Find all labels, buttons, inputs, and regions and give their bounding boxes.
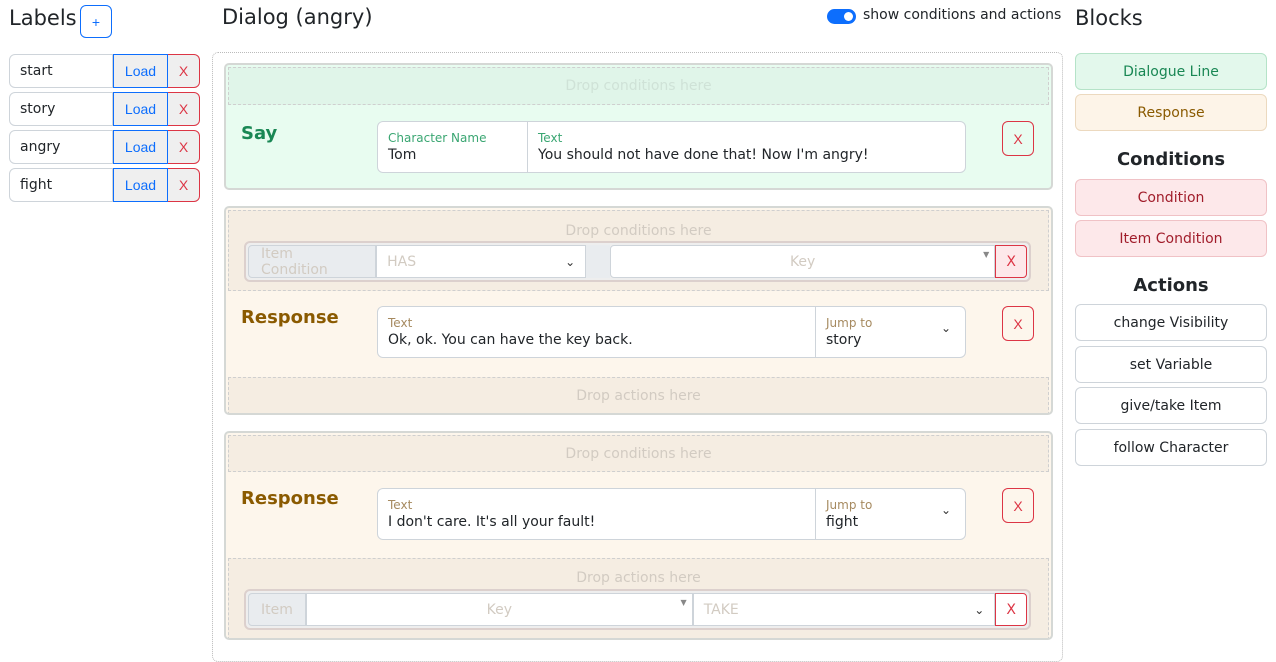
say-input-group: Character Name Tom Text You should not h… [377, 121, 966, 173]
say-block[interactable]: Drop conditions here Say Character Name … [224, 63, 1053, 190]
action-block-change-visibility[interactable]: change Visibility [1075, 304, 1267, 341]
character-name-field[interactable]: Character Name Tom [378, 122, 528, 172]
response-title: Response [241, 488, 339, 509]
toggle-label: show conditions and actions [863, 7, 1062, 23]
conditions-heading: Conditions [1116, 149, 1226, 170]
chevron-down-icon: ⌄ [565, 254, 576, 269]
response-text-field[interactable]: Text I don't care. It's all your fault! [378, 489, 816, 539]
delete-label-button[interactable]: X [168, 130, 200, 164]
jump-to-select[interactable]: Jump to fight ⌄ [816, 489, 965, 539]
response-block[interactable]: Response [1075, 94, 1267, 131]
caret-down-icon: ▼ [983, 250, 990, 259]
delete-say-button[interactable]: X [1002, 121, 1034, 156]
delete-action-button[interactable]: X [995, 593, 1027, 626]
show-conditions-toggle[interactable] [827, 9, 856, 24]
label-row: angry Load X [9, 130, 200, 164]
drop-conditions-text: Drop conditions here [565, 223, 712, 239]
drop-conditions-zone[interactable]: Drop conditions here [228, 435, 1049, 472]
condition-block[interactable]: Condition [1075, 179, 1267, 216]
caret-down-icon: ▼ [680, 598, 687, 607]
text-value: I don't care. It's all your fault! [388, 514, 596, 530]
delete-label-button[interactable]: X [168, 92, 200, 126]
operator-select[interactable]: HAS ⌄ [376, 245, 587, 278]
label-name: story [9, 92, 113, 126]
item-action-label: Item [248, 593, 306, 626]
response-title: Response [241, 307, 339, 328]
response-block-2[interactable]: Drop conditions here Response Text I don… [224, 431, 1053, 640]
response-text-field[interactable]: Text Ok, ok. You can have the key back. [378, 307, 816, 357]
load-label-button[interactable]: Load [113, 168, 168, 202]
jump-to-label: Jump to [826, 498, 873, 512]
dialogue-line-block[interactable]: Dialogue Line [1075, 53, 1267, 90]
item-action: Item Key ▼ TAKE ⌄ X [244, 589, 1031, 630]
delete-condition-button[interactable]: X [995, 245, 1027, 278]
say-text-field[interactable]: Text You should not have done that! Now … [528, 122, 965, 172]
item-condition: Item Condition HAS ⌄ Key ▼ X [244, 241, 1031, 282]
text-value: Ok, ok. You can have the key back. [388, 332, 633, 348]
chevron-down-icon: ⌄ [974, 602, 985, 617]
delete-response-button[interactable]: X [1002, 306, 1034, 341]
load-label-button[interactable]: Load [113, 92, 168, 126]
drop-actions-zone[interactable]: Drop actions here Item Key ▼ TAKE ⌄ X [228, 558, 1049, 638]
text-value: You should not have done that! Now I'm a… [538, 147, 869, 163]
action-block-set-variable[interactable]: set Variable [1075, 346, 1267, 383]
load-label-button[interactable]: Load [113, 54, 168, 88]
action-block-give-take-item[interactable]: give/take Item [1075, 387, 1267, 424]
drop-conditions-zone[interactable]: Drop conditions here [228, 67, 1049, 105]
delete-label-button[interactable]: X [168, 54, 200, 88]
jump-to-value: story [826, 332, 862, 348]
text-label: Text [388, 316, 413, 330]
dialog-title: Dialog (angry) [222, 5, 373, 29]
load-label-button[interactable]: Load [113, 130, 168, 164]
delete-response-button[interactable]: X [1002, 488, 1034, 523]
action-block-follow-character[interactable]: follow Character [1075, 429, 1267, 466]
item-select[interactable]: Key ▼ [609, 245, 996, 278]
label-name: fight [9, 168, 113, 202]
labels-title: Labels [9, 6, 77, 30]
jump-to-label: Jump to [826, 316, 873, 330]
drop-actions-text: Drop actions here [576, 570, 701, 586]
text-label: Text [388, 498, 413, 512]
item-select[interactable]: Key ▼ [305, 593, 693, 626]
delete-label-button[interactable]: X [168, 168, 200, 202]
response-block-1[interactable]: Drop conditions here Item Condition HAS ⌄… [224, 206, 1053, 415]
add-label-button[interactable]: + [80, 5, 112, 38]
character-name-value: Tom [388, 147, 417, 163]
chevron-down-icon: ⌄ [940, 321, 951, 335]
response-input-group: Text I don't care. It's all your fault! … [377, 488, 966, 540]
operation-select[interactable]: TAKE ⌄ [692, 593, 996, 626]
label-row: fight Load X [9, 168, 200, 202]
jump-to-select[interactable]: Jump to story ⌄ [816, 307, 965, 357]
chevron-down-icon: ⌄ [940, 503, 951, 517]
label-row: story Load X [9, 92, 200, 126]
actions-heading: Actions [1133, 275, 1209, 296]
jump-to-value: fight [826, 514, 859, 530]
say-title: Say [241, 123, 278, 144]
character-name-label: Character Name [388, 131, 487, 145]
label-name: start [9, 54, 113, 88]
text-label: Text [538, 131, 563, 145]
item-condition-block[interactable]: Item Condition [1075, 220, 1267, 257]
drop-actions-zone[interactable]: Drop actions here [228, 377, 1049, 413]
blocks-title: Blocks [1075, 6, 1143, 30]
label-row: start Load X [9, 54, 200, 88]
drop-conditions-zone[interactable]: Drop conditions here Item Condition HAS ⌄… [228, 210, 1049, 291]
item-condition-label: Item Condition [248, 245, 377, 278]
label-name: angry [9, 130, 113, 164]
response-input-group: Text Ok, ok. You can have the key back. … [377, 306, 966, 358]
